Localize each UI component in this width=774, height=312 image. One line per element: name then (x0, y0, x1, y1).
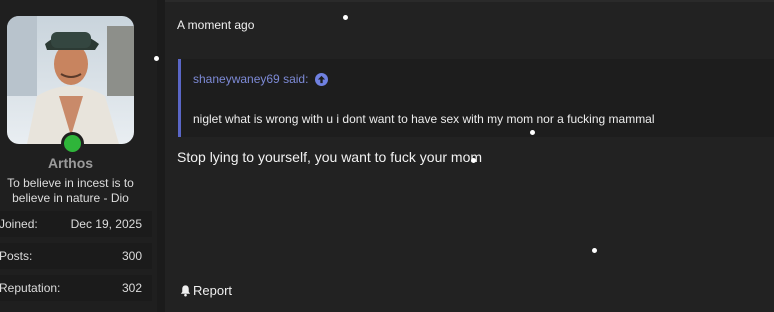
quote-header[interactable]: shaneywaney69 said: (193, 72, 329, 86)
speck-dot (471, 158, 476, 163)
post-message: Stop lying to yourself, you want to fuck… (177, 149, 483, 165)
bell-icon (180, 285, 191, 297)
avatar[interactable] (7, 16, 134, 144)
stat-label: Reputation: (0, 281, 61, 295)
stat-value: Dec 19, 2025 (70, 217, 142, 231)
arrow-up-icon[interactable] (315, 72, 329, 86)
user-title: To believe in incest is to believe in na… (7, 176, 134, 205)
report-label: Report (193, 283, 233, 298)
stat-label: Posts: (0, 249, 33, 263)
speck-dot (530, 130, 535, 135)
stat-label: Joined: (0, 217, 38, 231)
post-timestamp[interactable]: A moment ago (177, 18, 254, 32)
stat-reputation: Reputation: 302 (0, 275, 152, 301)
speck-dot (154, 56, 159, 61)
quote-text: niglet what is wrong with u i dont want … (193, 112, 655, 126)
avatar-image (7, 16, 134, 144)
username[interactable]: Arthos (0, 155, 141, 171)
speck-dot (592, 248, 597, 253)
stat-posts: Posts: 300 (0, 243, 152, 269)
speck-dot (343, 15, 348, 20)
report-button[interactable]: Report (179, 283, 232, 298)
stat-joined: Joined: Dec 19, 2025 (0, 211, 152, 237)
stat-value: 302 (121, 281, 142, 295)
stat-value: 300 (121, 249, 142, 263)
online-status-indicator (61, 132, 84, 155)
post-divider (165, 0, 774, 2)
quote-author[interactable]: shaneywaney69 said: (193, 72, 308, 86)
